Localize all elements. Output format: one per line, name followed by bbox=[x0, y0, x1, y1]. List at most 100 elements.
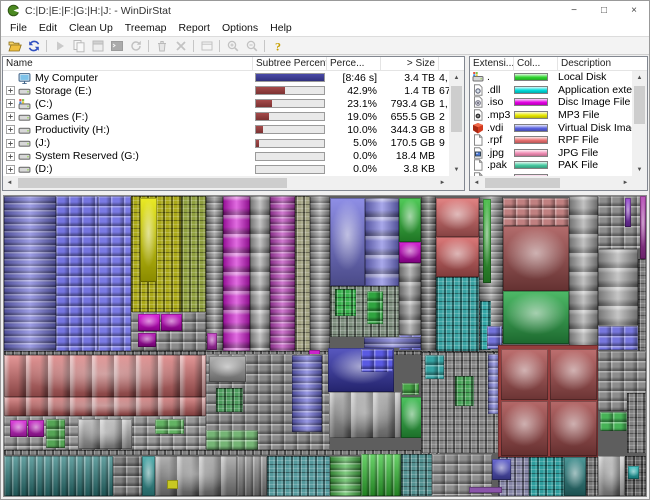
open-icon[interactable] bbox=[5, 38, 24, 53]
tree-row-j[interactable]: (J:)5.0%170.5 GB9 bbox=[3, 136, 449, 149]
expand-plus-icon[interactable] bbox=[6, 139, 15, 148]
treemap-block[interactable] bbox=[28, 420, 43, 437]
column-header-size[interactable]: > Size bbox=[381, 57, 439, 70]
treemap-block[interactable] bbox=[207, 333, 217, 350]
treemap-block[interactable] bbox=[292, 355, 322, 432]
tree-row-d[interactable]: (D:)0.0%3.8 KB bbox=[3, 163, 449, 176]
expand-plus-icon[interactable] bbox=[6, 125, 15, 134]
treemap-block[interactable] bbox=[503, 291, 569, 344]
extension-vertical-scrollbar[interactable]: ▲ ▼ bbox=[632, 71, 647, 176]
treemap-block[interactable] bbox=[206, 196, 223, 351]
treemap-block[interactable] bbox=[4, 456, 113, 497]
treemap-block[interactable] bbox=[46, 419, 65, 448]
treemap-block[interactable] bbox=[330, 456, 361, 496]
expand-plus-icon[interactable] bbox=[6, 165, 15, 174]
treemap-block[interactable] bbox=[627, 393, 646, 454]
tree-row-storage-e[interactable]: Storage (E:)42.9%1.4 TB67 bbox=[3, 84, 449, 97]
refresh-all-icon[interactable] bbox=[24, 38, 43, 53]
treemap-block[interactable] bbox=[564, 457, 586, 496]
treemap-block[interactable] bbox=[421, 196, 436, 351]
treemap-block[interactable] bbox=[492, 459, 511, 480]
menu-edit[interactable]: Edit bbox=[33, 21, 63, 35]
column-header-extension[interactable]: Extensi... bbox=[470, 57, 514, 70]
column-header-description[interactable]: Description bbox=[558, 57, 647, 70]
menu-file[interactable]: File bbox=[4, 21, 33, 35]
treemap-block[interactable] bbox=[640, 196, 646, 259]
treemap-block[interactable] bbox=[142, 456, 155, 497]
scroll-thumb[interactable] bbox=[18, 178, 287, 188]
treemap-block[interactable] bbox=[401, 397, 422, 438]
scroll-down-icon[interactable]: ▼ bbox=[449, 163, 464, 176]
treemap-block[interactable] bbox=[469, 487, 502, 493]
minimize-button[interactable]: − bbox=[559, 1, 589, 20]
treemap-block[interactable] bbox=[598, 326, 638, 351]
treemap-block[interactable] bbox=[436, 277, 479, 351]
treemap-block[interactable] bbox=[250, 196, 271, 351]
treemap-block[interactable] bbox=[550, 349, 597, 400]
treemap-block[interactable] bbox=[181, 196, 205, 312]
treemap-block[interactable] bbox=[598, 196, 646, 249]
tree-row-games-f[interactable]: Games (F:)19.0%655.5 GB2 bbox=[3, 110, 449, 123]
maximize-button[interactable]: □ bbox=[589, 1, 619, 20]
treemap-block[interactable] bbox=[436, 237, 479, 277]
extension-row-vdi[interactable]: .vdiVirtual Disk Image bbox=[470, 121, 632, 134]
scroll-left-icon[interactable]: ◄ bbox=[3, 180, 16, 186]
treemap-block[interactable] bbox=[399, 198, 421, 242]
treemap-block[interactable] bbox=[625, 198, 631, 227]
treemap-block[interactable] bbox=[367, 291, 382, 324]
treemap-block[interactable] bbox=[361, 349, 393, 372]
treemap-block[interactable] bbox=[586, 457, 598, 496]
tree-row-my-computer[interactable]: My Computer[8:46 s]3.4 TB4, bbox=[3, 71, 449, 84]
treemap-block[interactable] bbox=[501, 349, 549, 400]
menu-clean-up[interactable]: Clean Up bbox=[63, 21, 119, 35]
treemap-block[interactable] bbox=[295, 196, 310, 351]
treemap-block[interactable] bbox=[113, 456, 142, 497]
treemap-block[interactable] bbox=[310, 196, 331, 351]
tree-row-system-reserved-g[interactable]: System Reserved (G:)0.0%18.4 MB bbox=[3, 150, 449, 163]
treemap-block[interactable] bbox=[503, 226, 569, 291]
treemap-block[interactable] bbox=[600, 412, 627, 431]
scroll-left-icon[interactable]: ◄ bbox=[470, 180, 483, 186]
treemap-block[interactable] bbox=[364, 337, 422, 349]
scroll-thumb[interactable] bbox=[485, 178, 560, 188]
treemap-block[interactable] bbox=[10, 420, 27, 437]
treemap-block[interactable] bbox=[335, 289, 356, 316]
treemap-block[interactable] bbox=[501, 401, 549, 456]
treemap-block[interactable] bbox=[138, 314, 160, 331]
extension-row-pak[interactable]: .pakPAK File bbox=[470, 159, 632, 172]
tree-row-productivity-h[interactable]: Productivity (H:)10.0%344.3 GB8 bbox=[3, 123, 449, 136]
menu-options[interactable]: Options bbox=[216, 21, 264, 35]
treemap-block[interactable] bbox=[167, 480, 178, 489]
treemap-block[interactable] bbox=[399, 242, 421, 263]
treemap-block[interactable] bbox=[4, 355, 206, 397]
treemap-block[interactable] bbox=[138, 333, 157, 347]
treemap-block[interactable] bbox=[237, 456, 267, 497]
treemap-block[interactable] bbox=[401, 454, 432, 496]
treemap-block[interactable] bbox=[503, 198, 569, 226]
treemap-block[interactable] bbox=[155, 456, 237, 497]
treemap-block[interactable] bbox=[628, 466, 639, 479]
scroll-right-icon[interactable]: ► bbox=[436, 180, 449, 186]
scroll-up-icon[interactable]: ▲ bbox=[449, 71, 464, 84]
treemap-block[interactable] bbox=[598, 249, 638, 326]
scroll-down-icon[interactable]: ▼ bbox=[632, 163, 647, 176]
treemap-block[interactable] bbox=[638, 259, 646, 351]
treemap-block[interactable] bbox=[270, 196, 294, 351]
treemap-block[interactable] bbox=[436, 198, 479, 237]
column-header-color[interactable]: Col... bbox=[514, 57, 558, 70]
close-button[interactable]: × bbox=[619, 1, 649, 20]
menu-treemap[interactable]: Treemap bbox=[119, 21, 173, 35]
treemap-block[interactable] bbox=[455, 376, 474, 406]
treemap-block[interactable] bbox=[483, 199, 491, 283]
treemap-block[interactable] bbox=[267, 456, 331, 497]
treemap-block[interactable] bbox=[399, 263, 421, 335]
help-icon[interactable]: ? bbox=[268, 38, 287, 53]
extension-row-iso[interactable]: .isoDisc Image File bbox=[470, 96, 632, 109]
extension-row-mp3[interactable]: .mp3MP3 File bbox=[470, 109, 632, 122]
treemap[interactable] bbox=[3, 195, 647, 497]
column-header-subtree-percentage[interactable]: Subtree Percent... bbox=[253, 57, 327, 70]
extension-row-dll[interactable]: .dllApplication extension bbox=[470, 84, 632, 97]
scroll-up-icon[interactable]: ▲ bbox=[632, 71, 647, 84]
scroll-thumb[interactable] bbox=[451, 86, 462, 132]
treemap-block[interactable] bbox=[4, 397, 206, 416]
